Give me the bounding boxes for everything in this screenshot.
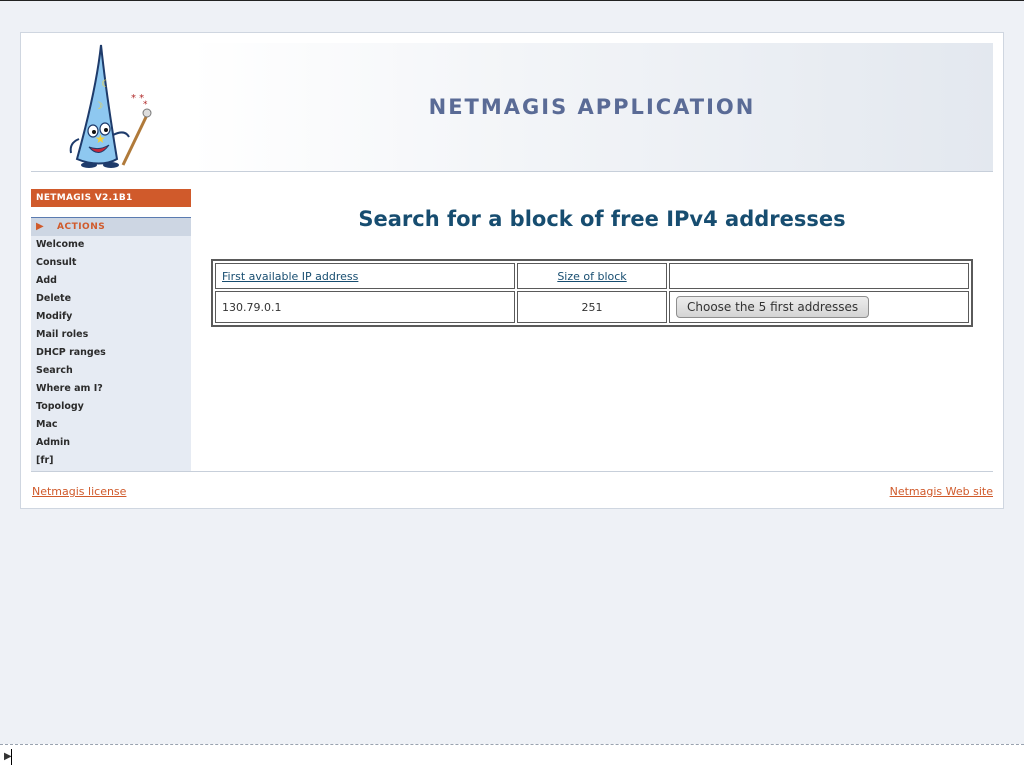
results-table: First available IP address Size of block… — [211, 259, 973, 327]
page-container: * * * ☾ ☽ ★ NETMAGIS APPLICATION NETMAGI… — [20, 32, 1004, 509]
sidebar-item-welcome[interactable]: Welcome — [31, 236, 191, 254]
sidebar-item-consult[interactable]: Consult — [31, 254, 191, 272]
first-ip-cell: 130.79.0.1 — [215, 291, 515, 323]
text-cursor — [11, 749, 12, 765]
table-header-row: First available IP address Size of block — [215, 263, 969, 289]
column-header-first-ip: First available IP address — [215, 263, 515, 289]
netmagis-wizard-logo[interactable]: * * * ☾ ☽ ★ — [31, 43, 191, 171]
sidebar-item-where-am-i[interactable]: Where am I? — [31, 380, 191, 398]
sidebar-item-language-fr[interactable]: [fr] — [31, 452, 191, 470]
sidebar-item-topology[interactable]: Topology — [31, 398, 191, 416]
column-header-action — [669, 263, 969, 289]
browser-status-bar: ▶ — [0, 744, 1024, 769]
sidebar-item-admin[interactable]: Admin — [31, 434, 191, 452]
sidebar-item-search[interactable]: Search — [31, 362, 191, 380]
top-border — [0, 0, 1024, 1]
version-label: NETMAGIS V2.1B1 — [31, 189, 191, 207]
sidebar-item-mail-roles[interactable]: Mail roles — [31, 326, 191, 344]
sidebar-item-mac[interactable]: Mac — [31, 416, 191, 434]
block-size-cell: 251 — [517, 291, 667, 323]
actions-header: ▶ ACTIONS — [31, 218, 191, 236]
svg-text:☽: ☽ — [94, 101, 103, 112]
table-row: 130.79.0.1 251 Choose the 5 first addres… — [215, 291, 969, 323]
sidebar-item-delete[interactable]: Delete — [31, 290, 191, 308]
sidebar-item-dhcp-ranges[interactable]: DHCP ranges — [31, 344, 191, 362]
triangle-right-icon: ▶ — [36, 221, 45, 232]
sidebar-item-modify[interactable]: Modify — [31, 308, 191, 326]
sort-by-size-link[interactable]: Size of block — [557, 270, 626, 283]
page-title: Search for a block of free IPv4 addresse… — [358, 207, 846, 231]
sidebar: NETMAGIS V2.1B1 ▶ ACTIONS Welcome Consul… — [31, 189, 191, 471]
sidebar-divider — [31, 207, 191, 218]
header: * * * ☾ ☽ ★ NETMAGIS APPLICATION — [31, 43, 993, 172]
sort-by-first-ip-link[interactable]: First available IP address — [222, 270, 358, 283]
svg-text:☾: ☾ — [101, 79, 110, 90]
footer-divider — [31, 471, 993, 472]
actions-label: ACTIONS — [57, 222, 106, 232]
choose-addresses-button[interactable]: Choose the 5 first addresses — [676, 296, 870, 318]
website-link[interactable]: Netmagis Web site — [890, 485, 993, 498]
svg-text:*: * — [143, 100, 148, 110]
sidebar-item-add[interactable]: Add — [31, 272, 191, 290]
header-banner: NETMAGIS APPLICATION — [191, 43, 993, 171]
license-link[interactable]: Netmagis license — [32, 485, 126, 498]
column-header-size: Size of block — [517, 263, 667, 289]
sidebar-menu: Welcome Consult Add Delete Modify Mail r… — [31, 236, 191, 470]
action-cell: Choose the 5 first addresses — [669, 291, 969, 323]
app-title: NETMAGIS APPLICATION — [428, 95, 756, 119]
